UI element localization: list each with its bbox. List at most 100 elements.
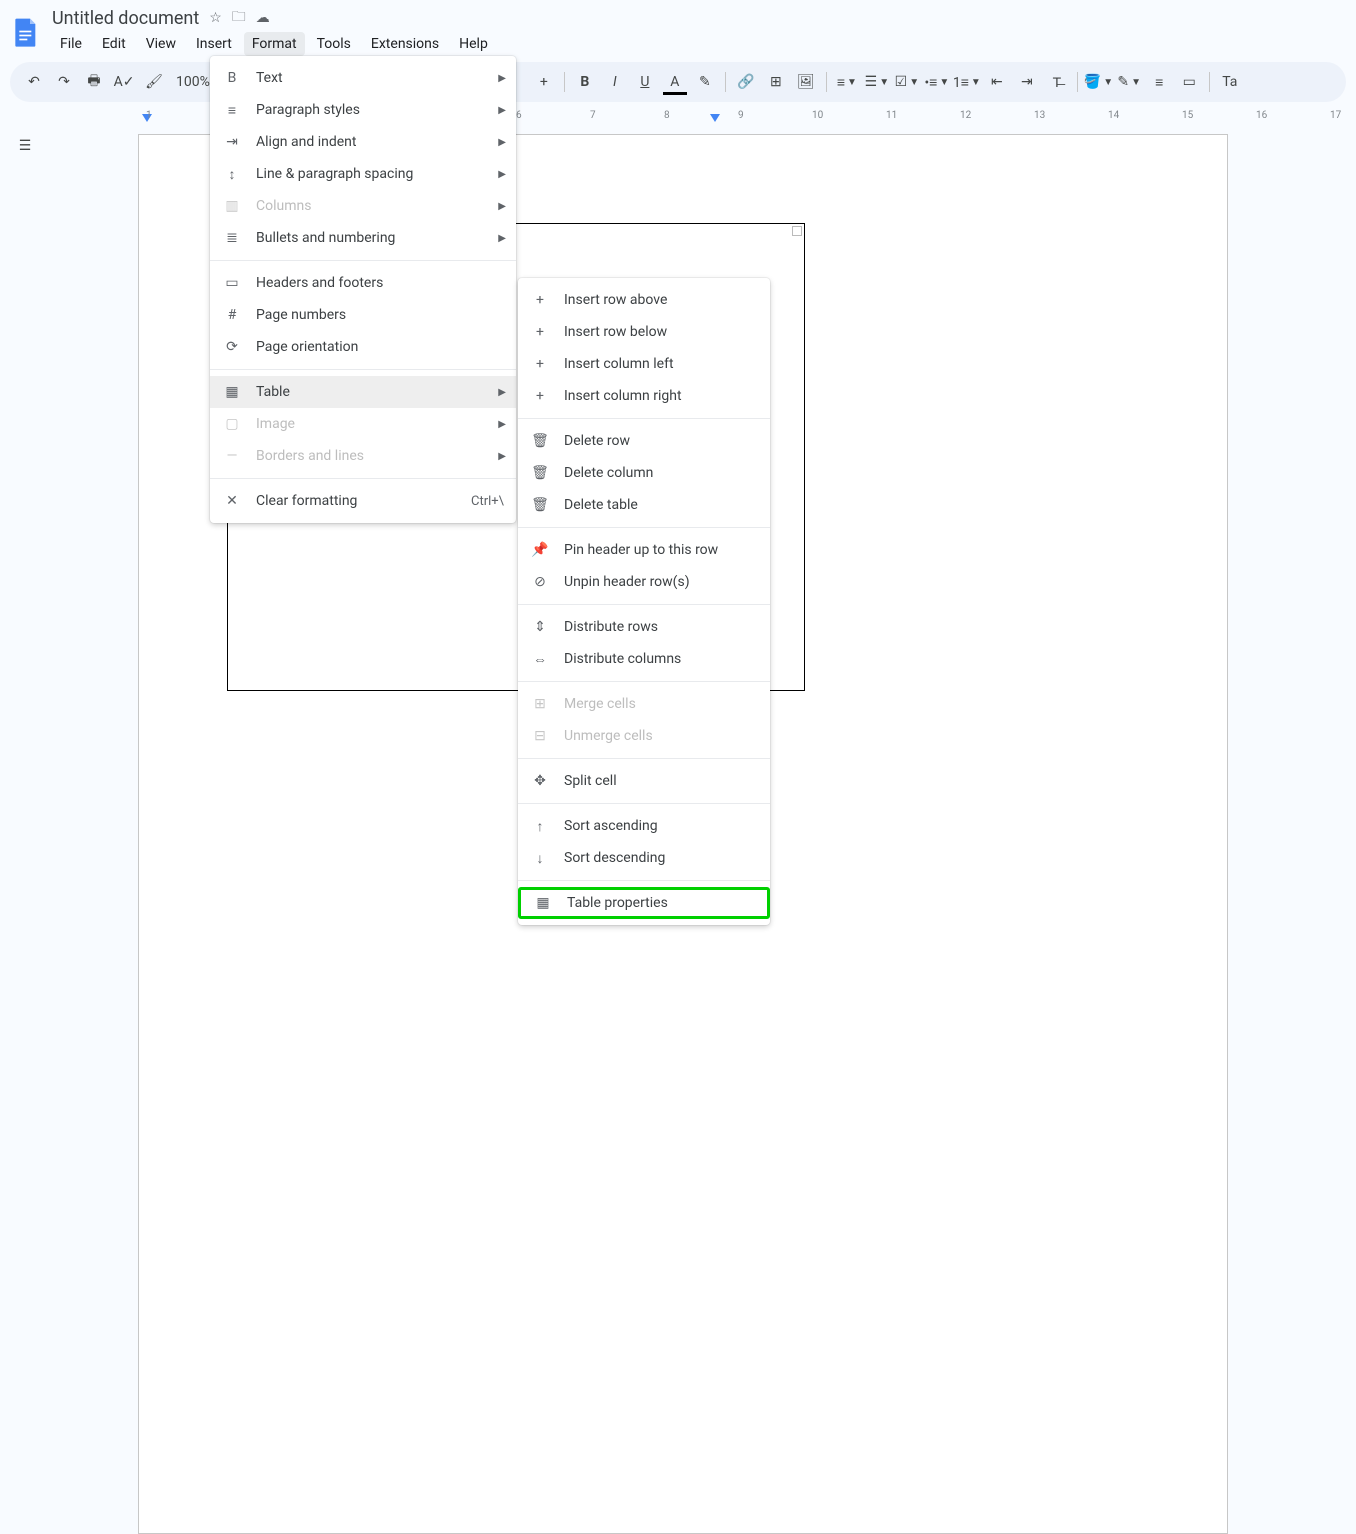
bold-button[interactable]: B bbox=[571, 68, 599, 96]
table-unpin-header-row-s-[interactable]: ⊘Unpin header row(s) bbox=[518, 566, 770, 598]
menu-item-label: Text bbox=[256, 70, 504, 86]
toolbar-more[interactable]: Ta bbox=[1216, 68, 1243, 96]
page-icon: ⟳ bbox=[222, 339, 242, 355]
fill-color-button[interactable]: 🪣▼ bbox=[1084, 68, 1113, 96]
split-icon: ✥ bbox=[530, 773, 550, 789]
format-headers-and-footers[interactable]: ▭Headers and footers bbox=[210, 267, 516, 299]
cloud-status-icon[interactable]: ☁ bbox=[256, 10, 270, 26]
move-icon[interactable]: 🗀 bbox=[232, 6, 246, 30]
menu-insert[interactable]: Insert bbox=[188, 32, 240, 56]
format-page-orientation[interactable]: ⟳Page orientation bbox=[210, 331, 516, 363]
right-indent-marker[interactable] bbox=[710, 114, 720, 122]
docs-logo[interactable] bbox=[8, 14, 44, 50]
highlight-color-button[interactable]: ✎ bbox=[691, 68, 719, 96]
decrease-indent-button[interactable]: ⇤ bbox=[983, 68, 1011, 96]
menu-file[interactable]: File bbox=[52, 32, 90, 56]
checklist-button[interactable]: ☑▼ bbox=[893, 68, 921, 96]
table-sort-ascending[interactable]: ↑Sort ascending bbox=[518, 810, 770, 842]
underline-button[interactable]: U bbox=[631, 68, 659, 96]
format-borders-and-lines: —Borders and lines▶ bbox=[210, 440, 516, 472]
menu-view[interactable]: View bbox=[138, 32, 184, 56]
format-paragraph-styles[interactable]: ≡Paragraph styles▶ bbox=[210, 94, 516, 126]
format-clear-formatting[interactable]: ✕Clear formattingCtrl+\ bbox=[210, 485, 516, 517]
menu-separator bbox=[518, 604, 770, 605]
table-insert-row-below[interactable]: +Insert row below bbox=[518, 316, 770, 348]
menu-extensions[interactable]: Extensions bbox=[363, 32, 447, 56]
spellcheck-button[interactable]: A✓ bbox=[110, 68, 138, 96]
table-merge-cells: ⊞ Merge cells bbox=[518, 688, 770, 720]
table-split-cell[interactable]: ✥Split cell bbox=[518, 765, 770, 797]
table-insert-row-above[interactable]: +Insert row above bbox=[518, 284, 770, 316]
menu-item-label: Unpin header row(s) bbox=[564, 574, 758, 590]
ruler-tick: 17 bbox=[1330, 110, 1341, 121]
show-outline-button[interactable]: ☰ bbox=[9, 130, 41, 162]
submenu-arrow-icon: ▶ bbox=[498, 73, 506, 84]
document-title[interactable]: Untitled document bbox=[52, 8, 199, 29]
table-insert-column-right[interactable]: +Insert column right bbox=[518, 380, 770, 412]
submenu-arrow-icon: ▶ bbox=[498, 169, 506, 180]
print-button[interactable]: 🖶 bbox=[80, 68, 108, 96]
zoom-select[interactable]: 100% bbox=[170, 68, 216, 96]
table-icon: ▦ bbox=[533, 895, 553, 911]
text-color-button[interactable]: A bbox=[661, 68, 689, 96]
format-text[interactable]: BText▶ bbox=[210, 62, 516, 94]
table-delete-row[interactable]: 🗑Delete row bbox=[518, 425, 770, 457]
table-options-handle[interactable] bbox=[792, 226, 802, 236]
menu-item-label: Delete table bbox=[564, 497, 758, 513]
page-icon: # bbox=[222, 307, 242, 323]
menu-tools[interactable]: Tools bbox=[309, 32, 359, 56]
menu-item-label: Merge cells bbox=[564, 696, 758, 712]
font-size-increase-button[interactable]: + bbox=[530, 68, 558, 96]
add-comment-button[interactable]: ⊞ bbox=[762, 68, 790, 96]
ruler-tick: 13 bbox=[1034, 110, 1045, 121]
format-align-and-indent[interactable]: ⇥Align and indent▶ bbox=[210, 126, 516, 158]
border-width-button[interactable]: ≡ bbox=[1145, 68, 1173, 96]
delete-icon: 🗑 bbox=[530, 465, 550, 481]
italic-button[interactable]: I bbox=[601, 68, 629, 96]
table-distribute-rows[interactable]: ⇕Distribute rows bbox=[518, 611, 770, 643]
numbered-list-button[interactable]: 1≡▼ bbox=[953, 68, 981, 96]
align-button[interactable]: ≡▼ bbox=[833, 68, 861, 96]
merge-icon: ⊞ bbox=[530, 696, 550, 712]
menu-help[interactable]: Help bbox=[451, 32, 496, 56]
submenu-arrow-icon: ▶ bbox=[498, 137, 506, 148]
format-line-paragraph-spacing[interactable]: ↕Line & paragraph spacing▶ bbox=[210, 158, 516, 190]
line-spacing-button[interactable]: ☰▼ bbox=[863, 68, 891, 96]
insert-link-button[interactable]: 🔗 bbox=[732, 68, 760, 96]
format-bullets-and-numbering[interactable]: ≣Bullets and numbering▶ bbox=[210, 222, 516, 254]
menu-item-label: Page numbers bbox=[256, 307, 504, 323]
border-color-button[interactable]: ✎▼ bbox=[1115, 68, 1143, 96]
menu-format[interactable]: Format bbox=[244, 32, 305, 56]
table-distribute-columns[interactable]: ⇔Distribute columns bbox=[518, 643, 770, 675]
table-insert-column-left[interactable]: +Insert column left bbox=[518, 348, 770, 380]
menu-separator bbox=[518, 758, 770, 759]
table-delete-table[interactable]: 🗑Delete table bbox=[518, 489, 770, 521]
table-delete-column[interactable]: 🗑 Delete column bbox=[518, 457, 770, 489]
menu-separator bbox=[210, 260, 516, 261]
star-icon[interactable]: ☆ bbox=[209, 10, 222, 26]
submenu-arrow-icon: ▶ bbox=[498, 105, 506, 116]
ruler-tick: 14 bbox=[1108, 110, 1119, 121]
menu-edit[interactable]: Edit bbox=[94, 32, 134, 56]
undo-button[interactable]: ↶ bbox=[20, 68, 48, 96]
insert-image-button[interactable]: 🖼 bbox=[792, 68, 820, 96]
menu-item-label: Delete column bbox=[564, 465, 758, 481]
table-sort-descending[interactable]: ↓Sort descending bbox=[518, 842, 770, 874]
format-page-numbers[interactable]: # Page numbers bbox=[210, 299, 516, 331]
sort-icon: ↓ bbox=[530, 850, 550, 867]
menu-separator bbox=[518, 527, 770, 528]
headers-icon: ▭ bbox=[222, 275, 242, 291]
borders-icon: — bbox=[222, 448, 242, 464]
table-table-properties[interactable]: ▦Table properties bbox=[518, 887, 770, 919]
paragraph-icon: ≡ bbox=[222, 102, 242, 119]
clear-formatting-button[interactable]: T̶ bbox=[1043, 68, 1071, 96]
increase-indent-button[interactable]: ⇥ bbox=[1013, 68, 1041, 96]
format-table[interactable]: ▦Table▶ bbox=[210, 376, 516, 408]
border-dash-button[interactable]: ▭ bbox=[1175, 68, 1203, 96]
table-pin-header-up-to-this-row[interactable]: 📌Pin header up to this row bbox=[518, 534, 770, 566]
menu-item-label: Insert row below bbox=[564, 324, 758, 340]
menu-separator bbox=[210, 478, 516, 479]
paint-format-button[interactable]: 🖌 bbox=[140, 68, 168, 96]
bulleted-list-button[interactable]: •≡▼ bbox=[923, 68, 951, 96]
redo-button[interactable]: ↷ bbox=[50, 68, 78, 96]
